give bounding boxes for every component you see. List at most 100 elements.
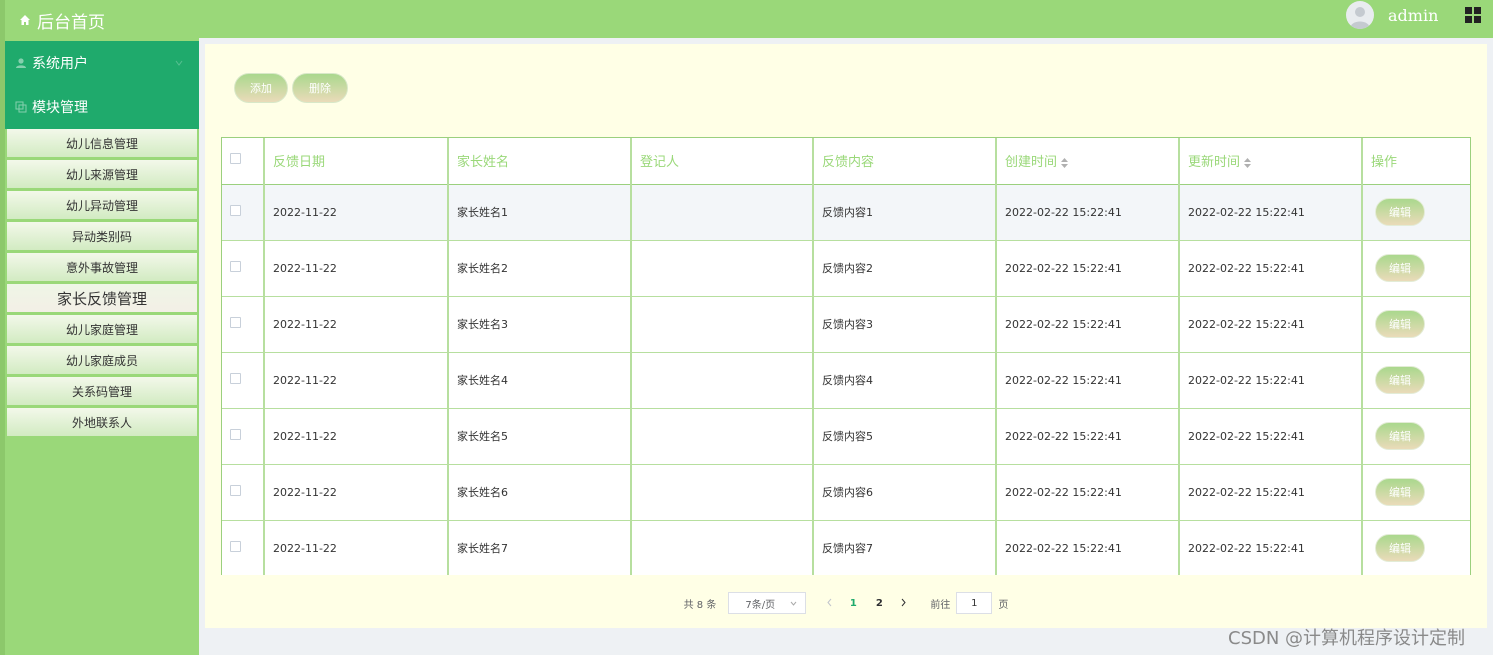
menu-group-modules[interactable]: 模块管理 [5, 85, 199, 129]
goto-page-input[interactable]: 1 [956, 592, 993, 614]
actions-cell: 编辑 [1362, 240, 1470, 297]
column-header-created-time[interactable]: 创建时间 [996, 138, 1180, 185]
updated-time-cell: 2022-02-22 15:22:41 [1179, 184, 1363, 241]
actions-cell: 编辑 [1362, 464, 1470, 521]
updated-time-cell: 2022-02-22 15:22:41 [1179, 464, 1363, 521]
edit-button[interactable]: 编辑 [1375, 422, 1425, 450]
module-icon [15, 101, 27, 113]
registrar-cell [631, 296, 814, 353]
updated-time-cell: 2022-02-22 15:22:41 [1179, 352, 1363, 409]
sort-icon[interactable] [1061, 157, 1069, 168]
watermark: CSDN @计算机程序设计定制 [1228, 628, 1466, 649]
table-row[interactable]: 2022-11-22 家长姓名7 反馈内容7 2022-02-22 15:22:… [222, 520, 1470, 575]
edit-button[interactable]: 编辑 [1375, 198, 1425, 226]
feedback-content-cell: 反馈内容2 [813, 240, 997, 297]
sidebar-item-change-type[interactable]: 异动类别码 [7, 222, 197, 250]
row-select-cell [222, 184, 265, 241]
brand-home-link[interactable]: 后台首页 [5, 0, 199, 40]
feedback-date-cell: 2022-11-22 [264, 184, 449, 241]
parent-name-cell: 家长姓名2 [448, 240, 632, 297]
created-time-cell: 2022-02-22 15:22:41 [996, 408, 1180, 465]
pagination-total: 共 8 条 [683, 599, 717, 611]
select-all-cell [222, 138, 265, 185]
row-checkbox[interactable] [230, 485, 241, 496]
sidebar-item-accident[interactable]: 意外事故管理 [7, 253, 197, 281]
column-header-parent-name: 家长姓名 [448, 138, 632, 185]
sidebar-item-relation-code[interactable]: 关系码管理 [7, 377, 197, 405]
column-header-registrar: 登记人 [631, 138, 814, 185]
edit-button[interactable]: 编辑 [1375, 366, 1425, 394]
table-row[interactable]: 2022-11-22 家长姓名3 反馈内容3 2022-02-22 15:22:… [222, 296, 1470, 353]
feedback-content-cell: 反馈内容7 [813, 520, 997, 575]
table-row[interactable]: 2022-11-22 家长姓名6 反馈内容6 2022-02-22 15:22:… [222, 464, 1470, 521]
registrar-cell [631, 464, 814, 521]
edit-button[interactable]: 编辑 [1375, 254, 1425, 282]
sidebar-item-family-member[interactable]: 幼儿家庭成员 [7, 346, 197, 374]
parent-name-cell: 家长姓名4 [448, 352, 632, 409]
row-checkbox[interactable] [230, 317, 241, 328]
row-checkbox[interactable] [230, 541, 241, 552]
feedback-date-cell: 2022-11-22 [264, 520, 449, 575]
delete-button[interactable]: 删除 [292, 73, 348, 103]
prev-page-button[interactable] [818, 596, 840, 610]
username[interactable]: admin [1388, 6, 1438, 25]
page-size-select[interactable]: 7条/页 [728, 592, 807, 614]
actions-cell: 编辑 [1362, 296, 1470, 353]
row-checkbox[interactable] [230, 261, 241, 272]
sidebar-item-child-info[interactable]: 幼儿信息管理 [7, 129, 197, 157]
updated-time-cell: 2022-02-22 15:22:41 [1179, 520, 1363, 575]
page-number-2[interactable]: 2 [866, 598, 892, 609]
add-button[interactable]: 添加 [234, 73, 288, 103]
menu-group-users[interactable]: 系统用户 [5, 41, 199, 85]
registrar-cell [631, 240, 814, 297]
actions-cell: 编辑 [1362, 408, 1470, 465]
updated-time-label: 更新时间 [1188, 155, 1241, 171]
column-header-feedback-content: 反馈内容 [813, 138, 997, 185]
row-select-cell [222, 408, 265, 465]
avatar-icon[interactable] [1346, 1, 1374, 29]
row-checkbox[interactable] [230, 373, 241, 384]
sidebar-item-remote-contact[interactable]: 外地联系人 [7, 408, 197, 436]
feedback-date-cell: 2022-11-22 [264, 352, 449, 409]
column-header-actions: 操作 [1362, 138, 1470, 185]
edit-button[interactable]: 编辑 [1375, 534, 1425, 562]
grid-icon[interactable] [1465, 7, 1481, 23]
actions-cell: 编辑 [1362, 520, 1470, 575]
parent-name-cell: 家长姓名6 [448, 464, 632, 521]
table-row[interactable]: 2022-11-22 家长姓名4 反馈内容4 2022-02-22 15:22:… [222, 352, 1470, 409]
row-select-cell [222, 464, 265, 521]
table-row[interactable]: 2022-11-22 家长姓名5 反馈内容5 2022-02-22 15:22:… [222, 408, 1470, 465]
feedback-content-cell: 反馈内容5 [813, 408, 997, 465]
page-size-value: 7条/页 [745, 599, 776, 611]
updated-time-cell: 2022-02-22 15:22:41 [1179, 240, 1363, 297]
sidebar-item-child-change[interactable]: 幼儿异动管理 [7, 191, 197, 219]
feedback-date-cell: 2022-11-22 [264, 408, 449, 465]
edit-button[interactable]: 编辑 [1375, 478, 1425, 506]
column-header-updated-time[interactable]: 更新时间 [1179, 138, 1363, 185]
edit-button[interactable]: 编辑 [1375, 310, 1425, 338]
feedback-date-cell: 2022-11-22 [264, 240, 449, 297]
row-checkbox[interactable] [230, 205, 241, 216]
parent-name-cell: 家长姓名1 [448, 184, 632, 241]
page-number-1[interactable]: 1 [840, 598, 866, 609]
column-header-feedback-date: 反馈日期 [264, 138, 449, 185]
select-all-checkbox[interactable] [230, 153, 241, 165]
created-time-cell: 2022-02-22 15:22:41 [996, 184, 1180, 241]
dropdown-arrow-icon [790, 601, 797, 606]
sidebar-item-child-source[interactable]: 幼儿来源管理 [7, 160, 197, 188]
sidebar-item-family[interactable]: 幼儿家庭管理 [7, 315, 197, 343]
sort-icon[interactable] [1244, 157, 1252, 168]
actions-cell: 编辑 [1362, 184, 1470, 241]
registrar-cell [631, 184, 814, 241]
pagination: 共 8 条 7条/页 1 2 前往 1 页 [205, 590, 1487, 616]
table-row[interactable]: 2022-11-22 家长姓名1 反馈内容1 2022-02-22 15:22:… [222, 184, 1470, 241]
sidebar-item-parent-feedback[interactable]: 家长反馈管理 [7, 284, 197, 312]
registrar-cell [631, 352, 814, 409]
table-row[interactable]: 2022-11-22 家长姓名2 反馈内容2 2022-02-22 15:22:… [222, 240, 1470, 297]
row-select-cell [222, 520, 265, 575]
goto-prefix: 前往 [930, 599, 951, 611]
user-icon [16, 58, 26, 68]
next-page-button[interactable] [892, 596, 914, 610]
row-checkbox[interactable] [230, 429, 241, 440]
created-time-cell: 2022-02-22 15:22:41 [996, 464, 1180, 521]
